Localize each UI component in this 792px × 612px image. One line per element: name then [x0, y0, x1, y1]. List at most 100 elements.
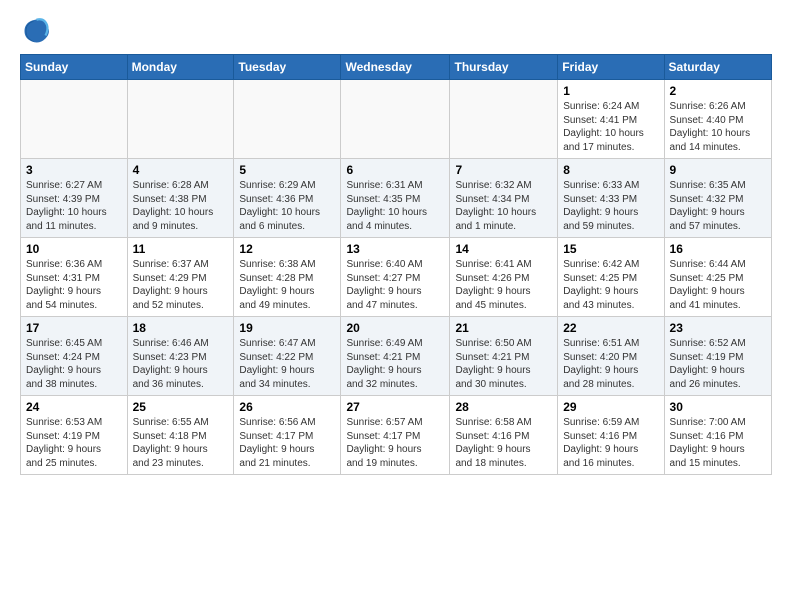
- day-info: Sunrise: 6:52 AM Sunset: 4:19 PM Dayligh…: [670, 337, 766, 391]
- day-number: 7: [455, 163, 552, 177]
- day-number: 30: [670, 400, 766, 414]
- calendar-cell: 6 Sunrise: 6:31 AM Sunset: 4:35 PM Daylig…: [341, 159, 450, 238]
- calendar-cell: 19 Sunrise: 6:47 AM Sunset: 4:22 PM Dayli…: [234, 317, 341, 396]
- day-info: Sunrise: 6:35 AM Sunset: 4:32 PM Dayligh…: [670, 179, 766, 233]
- day-number: 26: [239, 400, 335, 414]
- day-info: Sunrise: 6:40 AM Sunset: 4:27 PM Dayligh…: [346, 258, 444, 312]
- day-number: 23: [670, 321, 766, 335]
- day-info: Sunrise: 6:50 AM Sunset: 4:21 PM Dayligh…: [455, 337, 552, 391]
- calendar-cell: 13 Sunrise: 6:40 AM Sunset: 4:27 PM Dayli…: [341, 238, 450, 317]
- day-number: 22: [563, 321, 658, 335]
- day-info: Sunrise: 6:36 AM Sunset: 4:31 PM Dayligh…: [26, 258, 122, 312]
- calendar-week-row: 10Sunrise: 6:36 AM Sunset: 4:31 PM Dayli…: [21, 238, 772, 317]
- logo: [20, 16, 54, 46]
- page: SundayMondayTuesdayWednesdayThursdayFrid…: [0, 0, 792, 485]
- day-info: Sunrise: 6:29 AM Sunset: 4:36 PM Dayligh…: [239, 179, 335, 233]
- calendar-cell: 22 Sunrise: 6:51 AM Sunset: 4:20 PM Dayli…: [558, 317, 664, 396]
- day-number: 20: [346, 321, 444, 335]
- calendar-cell: 26 Sunrise: 6:56 AM Sunset: 4:17 PM Dayli…: [234, 396, 341, 475]
- day-info: Sunrise: 6:46 AM Sunset: 4:23 PM Dayligh…: [133, 337, 229, 391]
- column-header-thursday: Thursday: [450, 55, 558, 80]
- day-info: Sunrise: 6:33 AM Sunset: 4:33 PM Dayligh…: [563, 179, 658, 233]
- column-header-saturday: Saturday: [664, 55, 771, 80]
- day-number: 14: [455, 242, 552, 256]
- calendar-body: 1 Sunrise: 6:24 AM Sunset: 4:41 PM Daylig…: [21, 80, 772, 475]
- day-info: Sunrise: 6:44 AM Sunset: 4:25 PM Dayligh…: [670, 258, 766, 312]
- day-info: Sunrise: 6:55 AM Sunset: 4:18 PM Dayligh…: [133, 416, 229, 470]
- day-number: 6: [346, 163, 444, 177]
- calendar-cell: 18 Sunrise: 6:46 AM Sunset: 4:23 PM Dayli…: [127, 317, 234, 396]
- day-info: Sunrise: 6:27 AM Sunset: 4:39 PM Dayligh…: [26, 179, 122, 233]
- day-number: 21: [455, 321, 552, 335]
- day-number: 17: [26, 321, 122, 335]
- day-info: Sunrise: 6:58 AM Sunset: 4:16 PM Dayligh…: [455, 416, 552, 470]
- calendar-cell: 28Sunrise: 6:58 AM Sunset: 4:16 PM Dayli…: [450, 396, 558, 475]
- calendar-cell: 23 Sunrise: 6:52 AM Sunset: 4:19 PM Dayli…: [664, 317, 771, 396]
- day-info: Sunrise: 6:42 AM Sunset: 4:25 PM Dayligh…: [563, 258, 658, 312]
- day-number: 19: [239, 321, 335, 335]
- day-info: Sunrise: 6:59 AM Sunset: 4:16 PM Dayligh…: [563, 416, 658, 470]
- day-number: 18: [133, 321, 229, 335]
- day-info: Sunrise: 6:45 AM Sunset: 4:24 PM Dayligh…: [26, 337, 122, 391]
- calendar-cell: 8 Sunrise: 6:33 AM Sunset: 4:33 PM Daylig…: [558, 159, 664, 238]
- day-info: Sunrise: 6:56 AM Sunset: 4:17 PM Dayligh…: [239, 416, 335, 470]
- day-number: 9: [670, 163, 766, 177]
- calendar-week-row: 3 Sunrise: 6:27 AM Sunset: 4:39 PM Daylig…: [21, 159, 772, 238]
- day-info: Sunrise: 6:31 AM Sunset: 4:35 PM Dayligh…: [346, 179, 444, 233]
- day-number: 8: [563, 163, 658, 177]
- day-number: 29: [563, 400, 658, 414]
- calendar-cell: 9 Sunrise: 6:35 AM Sunset: 4:32 PM Daylig…: [664, 159, 771, 238]
- calendar-cell: 24 Sunrise: 6:53 AM Sunset: 4:19 PM Dayli…: [21, 396, 128, 475]
- day-info: Sunrise: 6:51 AM Sunset: 4:20 PM Dayligh…: [563, 337, 658, 391]
- calendar-cell: 14 Sunrise: 6:41 AM Sunset: 4:26 PM Dayli…: [450, 238, 558, 317]
- day-info: Sunrise: 6:28 AM Sunset: 4:38 PM Dayligh…: [133, 179, 229, 233]
- calendar-cell: 25 Sunrise: 6:55 AM Sunset: 4:18 PM Dayli…: [127, 396, 234, 475]
- calendar-cell: 21 Sunrise: 6:50 AM Sunset: 4:21 PM Dayli…: [450, 317, 558, 396]
- day-number: 12: [239, 242, 335, 256]
- calendar-header-row: SundayMondayTuesdayWednesdayThursdayFrid…: [21, 55, 772, 80]
- day-number: 25: [133, 400, 229, 414]
- calendar-cell: 30Sunrise: 7:00 AM Sunset: 4:16 PM Dayli…: [664, 396, 771, 475]
- header: [20, 16, 772, 46]
- calendar-header: SundayMondayTuesdayWednesdayThursdayFrid…: [21, 55, 772, 80]
- day-number: 16: [670, 242, 766, 256]
- calendar-cell: [450, 80, 558, 159]
- day-number: 1: [563, 84, 658, 98]
- day-number: 13: [346, 242, 444, 256]
- day-info: Sunrise: 6:47 AM Sunset: 4:22 PM Dayligh…: [239, 337, 335, 391]
- calendar-cell: [21, 80, 128, 159]
- calendar-cell: [127, 80, 234, 159]
- day-number: 24: [26, 400, 122, 414]
- calendar-cell: 1 Sunrise: 6:24 AM Sunset: 4:41 PM Daylig…: [558, 80, 664, 159]
- column-header-wednesday: Wednesday: [341, 55, 450, 80]
- day-info: Sunrise: 6:41 AM Sunset: 4:26 PM Dayligh…: [455, 258, 552, 312]
- calendar-cell: [234, 80, 341, 159]
- calendar-cell: 4Sunrise: 6:28 AM Sunset: 4:38 PM Daylig…: [127, 159, 234, 238]
- day-info: Sunrise: 6:57 AM Sunset: 4:17 PM Dayligh…: [346, 416, 444, 470]
- calendar-week-row: 17 Sunrise: 6:45 AM Sunset: 4:24 PM Dayli…: [21, 317, 772, 396]
- column-header-friday: Friday: [558, 55, 664, 80]
- calendar-cell: 10Sunrise: 6:36 AM Sunset: 4:31 PM Dayli…: [21, 238, 128, 317]
- calendar-cell: 2Sunrise: 6:26 AM Sunset: 4:40 PM Daylig…: [664, 80, 771, 159]
- day-number: 15: [563, 242, 658, 256]
- calendar-cell: 7Sunrise: 6:32 AM Sunset: 4:34 PM Daylig…: [450, 159, 558, 238]
- calendar-cell: 11Sunrise: 6:37 AM Sunset: 4:29 PM Dayli…: [127, 238, 234, 317]
- day-number: 5: [239, 163, 335, 177]
- calendar-cell: 12 Sunrise: 6:38 AM Sunset: 4:28 PM Dayli…: [234, 238, 341, 317]
- logo-icon: [20, 16, 50, 46]
- calendar-cell: 29 Sunrise: 6:59 AM Sunset: 4:16 PM Dayli…: [558, 396, 664, 475]
- day-number: 27: [346, 400, 444, 414]
- day-info: Sunrise: 6:24 AM Sunset: 4:41 PM Dayligh…: [563, 100, 658, 154]
- calendar-cell: 16 Sunrise: 6:44 AM Sunset: 4:25 PM Dayli…: [664, 238, 771, 317]
- day-info: Sunrise: 6:38 AM Sunset: 4:28 PM Dayligh…: [239, 258, 335, 312]
- calendar-cell: 20Sunrise: 6:49 AM Sunset: 4:21 PM Dayli…: [341, 317, 450, 396]
- day-number: 3: [26, 163, 122, 177]
- column-header-tuesday: Tuesday: [234, 55, 341, 80]
- calendar-cell: 17 Sunrise: 6:45 AM Sunset: 4:24 PM Dayli…: [21, 317, 128, 396]
- calendar-cell: [341, 80, 450, 159]
- calendar-cell: 3 Sunrise: 6:27 AM Sunset: 4:39 PM Daylig…: [21, 159, 128, 238]
- day-info: Sunrise: 6:37 AM Sunset: 4:29 PM Dayligh…: [133, 258, 229, 312]
- calendar-cell: 15 Sunrise: 6:42 AM Sunset: 4:25 PM Dayli…: [558, 238, 664, 317]
- column-header-sunday: Sunday: [21, 55, 128, 80]
- day-info: Sunrise: 6:53 AM Sunset: 4:19 PM Dayligh…: [26, 416, 122, 470]
